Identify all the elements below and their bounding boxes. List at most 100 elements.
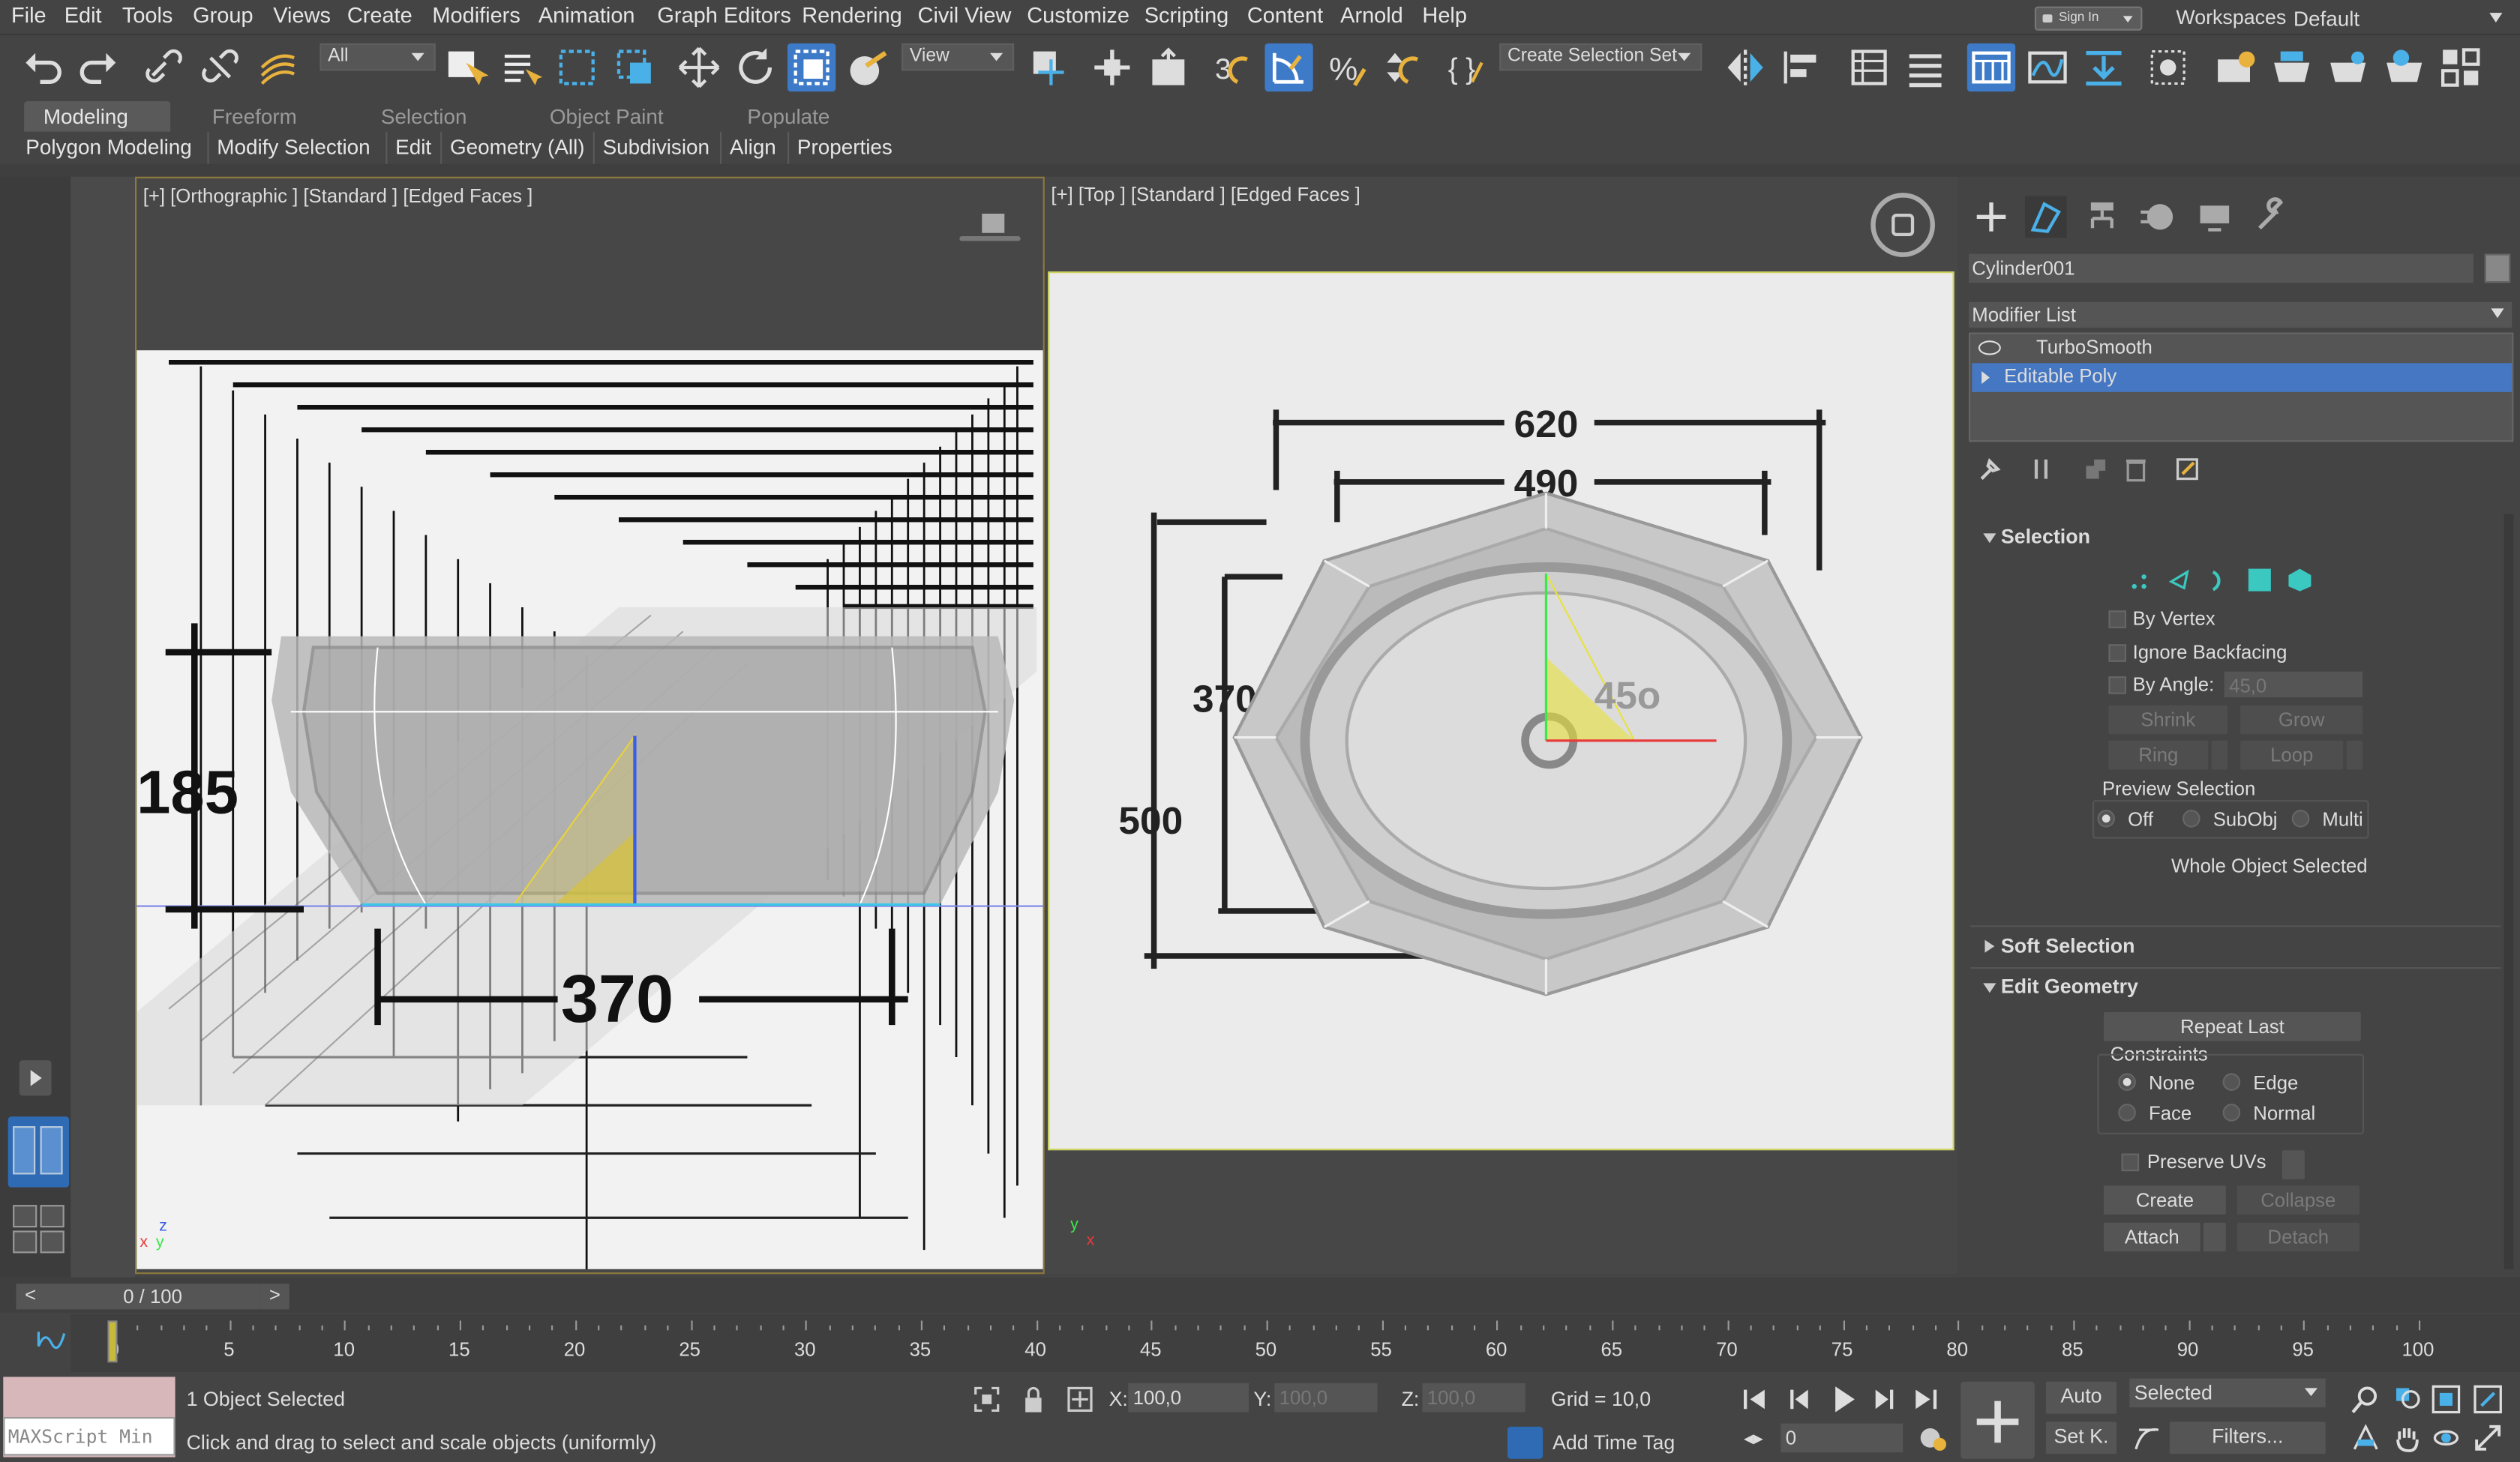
repeat-last-button[interactable]: Repeat Last bbox=[2104, 1012, 2361, 1041]
edit-geometry-rollout-header[interactable]: Edit Geometry bbox=[1977, 972, 2507, 1004]
shrink-button[interactable]: Shrink bbox=[2108, 705, 2228, 735]
modifier-list-dropdown[interactable]: Modifier List bbox=[1969, 301, 2512, 328]
preview-multi-radio[interactable] bbox=[2291, 810, 2310, 828]
spinner-snap-icon[interactable] bbox=[1379, 43, 1427, 91]
preserve-uvs-settings-button[interactable] bbox=[2282, 1150, 2305, 1179]
maxscript-mini-listener[interactable]: MAXScript Min bbox=[3, 1417, 176, 1456]
constraint-none-radio[interactable] bbox=[2118, 1073, 2136, 1091]
polygon-icon[interactable] bbox=[2248, 568, 2271, 592]
ribbon-subdivision[interactable]: Subdivision bbox=[592, 131, 718, 164]
link-icon[interactable] bbox=[140, 43, 188, 91]
grow-button[interactable]: Grow bbox=[2240, 705, 2362, 735]
collapse-button[interactable]: Collapse bbox=[2236, 1185, 2360, 1215]
rotate-icon[interactable] bbox=[731, 43, 779, 91]
layout-four-viewports-icon[interactable] bbox=[8, 1197, 69, 1261]
modify-tab-icon[interactable] bbox=[2025, 196, 2067, 238]
redo-icon[interactable] bbox=[74, 43, 122, 91]
attach-button[interactable]: Attach bbox=[2104, 1222, 2200, 1252]
border-icon[interactable] bbox=[2206, 569, 2229, 592]
pivot-center-icon[interactable] bbox=[1025, 43, 1073, 91]
by-vertex-checkbox[interactable] bbox=[2108, 610, 2126, 628]
tab-populate[interactable]: Populate bbox=[728, 101, 849, 132]
sign-in-button[interactable]: Sign In bbox=[2034, 6, 2143, 31]
key-filter-dropdown[interactable]: Selected bbox=[2129, 1378, 2326, 1408]
next-key-icon[interactable] bbox=[1869, 1388, 1898, 1415]
constraint-edge-radio[interactable] bbox=[2222, 1073, 2241, 1091]
current-frame-field[interactable]: 0 bbox=[1780, 1423, 1904, 1453]
menu-animation[interactable]: Animation bbox=[538, 3, 635, 27]
menu-customize[interactable]: Customize bbox=[1027, 3, 1130, 27]
keyboard-shortcut-icon[interactable] bbox=[1144, 43, 1192, 91]
scale-icon[interactable] bbox=[788, 43, 836, 92]
preview-subobj-radio[interactable] bbox=[2182, 810, 2200, 828]
hierarchy-tab-icon[interactable] bbox=[2081, 196, 2123, 238]
window-crossing-icon[interactable] bbox=[610, 43, 658, 91]
material-editor-icon[interactable] bbox=[2146, 43, 2194, 91]
by-angle-spinner[interactable]: 45,0 bbox=[2224, 671, 2362, 697]
percent-snap-icon[interactable]: % bbox=[1323, 43, 1371, 91]
time-configuration-icon[interactable] bbox=[1917, 1424, 1946, 1453]
zoom-all-icon[interactable] bbox=[2393, 1385, 2422, 1419]
menu-rendering[interactable]: Rendering bbox=[802, 3, 902, 27]
key-filters-button[interactable]: Filters... bbox=[2169, 1422, 2326, 1455]
menu-file[interactable]: File bbox=[11, 3, 46, 27]
preview-off-radio[interactable] bbox=[2097, 810, 2115, 828]
vertex-icon[interactable] bbox=[2129, 572, 2149, 592]
pin-stack-icon[interactable] bbox=[1977, 457, 2002, 482]
workspaces-select[interactable]: Default bbox=[2287, 3, 2516, 34]
edge-icon[interactable] bbox=[2168, 569, 2191, 592]
menu-scripting[interactable]: Scripting bbox=[1144, 3, 1229, 27]
time-slider[interactable]: 0 / 100 bbox=[45, 1284, 261, 1310]
ribbon-align[interactable]: Align bbox=[720, 131, 784, 164]
show-end-result-icon[interactable] bbox=[2032, 457, 2051, 482]
constraint-face-radio[interactable] bbox=[2118, 1104, 2136, 1122]
menu-views[interactable]: Views bbox=[273, 3, 331, 27]
orbit-icon[interactable] bbox=[2432, 1424, 2461, 1458]
curve-editor-icon[interactable] bbox=[2024, 43, 2072, 91]
add-time-tag-label[interactable]: Add Time Tag bbox=[1552, 1431, 1675, 1454]
schematic-view-icon[interactable] bbox=[2080, 43, 2128, 91]
element-icon[interactable] bbox=[2287, 567, 2312, 592]
selection-rollout-header[interactable]: Selection bbox=[1977, 522, 2507, 554]
absolute-mode-icon[interactable] bbox=[1066, 1385, 1095, 1414]
layer-explorer-icon[interactable] bbox=[1901, 43, 1949, 91]
angle-snap-icon[interactable] bbox=[1264, 43, 1313, 92]
display-tab-icon[interactable] bbox=[2194, 196, 2236, 238]
pan-hand-icon[interactable] bbox=[2393, 1424, 2422, 1458]
next-frame-button[interactable]: > bbox=[260, 1284, 290, 1310]
y-coord-field[interactable]: 100,0 bbox=[1274, 1383, 1378, 1413]
reference-coordinate-dropdown[interactable]: View bbox=[902, 43, 1015, 71]
viewcube-top-icon[interactable] bbox=[1870, 193, 1935, 257]
attach-list-button[interactable] bbox=[2203, 1222, 2226, 1252]
z-coord-field[interactable]: 100,0 bbox=[1422, 1383, 1526, 1413]
rendered-frame-window-icon[interactable] bbox=[2268, 43, 2316, 91]
menu-group[interactable]: Group bbox=[193, 3, 253, 27]
viewport-label-top[interactable]: [+] [Top ] [Standard ] [Edged Faces ] bbox=[1051, 183, 1360, 205]
snaps-toggle-icon[interactable]: 3 bbox=[1208, 43, 1256, 91]
tab-object-paint[interactable]: Object Paint bbox=[530, 101, 682, 132]
viewport-label-orthographic[interactable]: [+] [Orthographic ] [Standard ] [Edged F… bbox=[143, 184, 533, 207]
object-name-field[interactable]: Cylinder001 bbox=[1969, 253, 2474, 283]
zoom-extents-icon[interactable] bbox=[2432, 1385, 2461, 1419]
make-unique-icon[interactable] bbox=[2083, 457, 2108, 482]
go-to-end-icon[interactable] bbox=[1911, 1388, 1940, 1415]
selection-filter-dropdown[interactable]: All bbox=[320, 43, 436, 71]
remove-modifier-icon[interactable] bbox=[2125, 457, 2147, 482]
ribbon-polygon-modeling[interactable]: Polygon Modeling bbox=[18, 132, 200, 164]
zoom-extents-all-icon[interactable] bbox=[2474, 1385, 2503, 1419]
menu-modifiers[interactable]: Modifiers bbox=[432, 3, 520, 27]
create-button[interactable]: Create bbox=[2104, 1185, 2226, 1215]
eye-icon[interactable] bbox=[1978, 340, 2001, 355]
expand-arrow-icon[interactable] bbox=[1982, 370, 1996, 385]
zoom-icon[interactable] bbox=[2351, 1385, 2380, 1419]
expand-layout-panel-button[interactable] bbox=[19, 1060, 52, 1096]
select-by-name-icon[interactable] bbox=[496, 43, 544, 91]
viewcube-icon[interactable] bbox=[959, 211, 1021, 249]
menu-graph-editors[interactable]: Graph Editors bbox=[657, 3, 790, 27]
tab-selection[interactable]: Selection bbox=[362, 101, 486, 132]
previous-frame-button[interactable]: < bbox=[16, 1284, 45, 1310]
edit-named-selection-icon[interactable]: { } bbox=[1443, 43, 1491, 91]
render-in-cloud-icon[interactable] bbox=[2437, 43, 2485, 91]
viewport-orthographic[interactable]: [+] [Orthographic ] [Standard ] [Edged F… bbox=[135, 176, 1045, 1275]
bind-space-warp-icon[interactable] bbox=[254, 43, 302, 91]
